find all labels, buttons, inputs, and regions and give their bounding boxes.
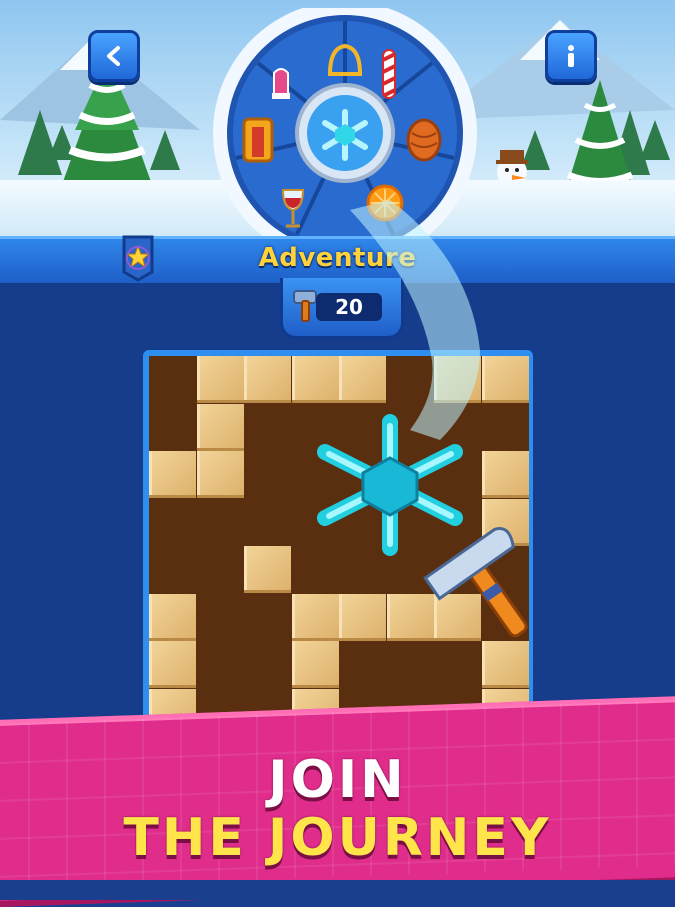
board-block[interactable]	[291, 593, 339, 641]
banner-line-1: JOIN	[268, 750, 407, 810]
wine-glass-icon	[281, 189, 305, 228]
scarf-icon	[242, 117, 274, 163]
chevron-left-icon	[107, 46, 120, 66]
pinecone-icon	[406, 118, 442, 162]
back-button[interactable]	[88, 30, 140, 82]
board-block[interactable]	[149, 641, 196, 688]
hammer-icon[interactable]	[420, 520, 550, 650]
board-block[interactable]	[196, 451, 244, 498]
board-block[interactable]	[149, 451, 196, 498]
candy-cane-icon	[382, 49, 396, 99]
star-badge-icon[interactable]	[121, 234, 155, 282]
board-block[interactable]	[149, 593, 196, 641]
board-block[interactable]	[291, 641, 339, 688]
bottom-strip	[0, 880, 675, 900]
info-icon	[568, 45, 574, 67]
info-button[interactable]	[545, 30, 597, 82]
board-block[interactable]	[339, 593, 386, 641]
board-block[interactable]	[196, 356, 244, 403]
board-block[interactable]	[196, 403, 244, 451]
snowflake-icon	[322, 109, 368, 161]
board-block[interactable]	[244, 546, 291, 593]
banner-line-2: THE JOURNEY	[123, 808, 552, 868]
board-block[interactable]	[244, 356, 291, 403]
mitten-icon	[272, 68, 290, 99]
bell-icon	[327, 43, 363, 76]
